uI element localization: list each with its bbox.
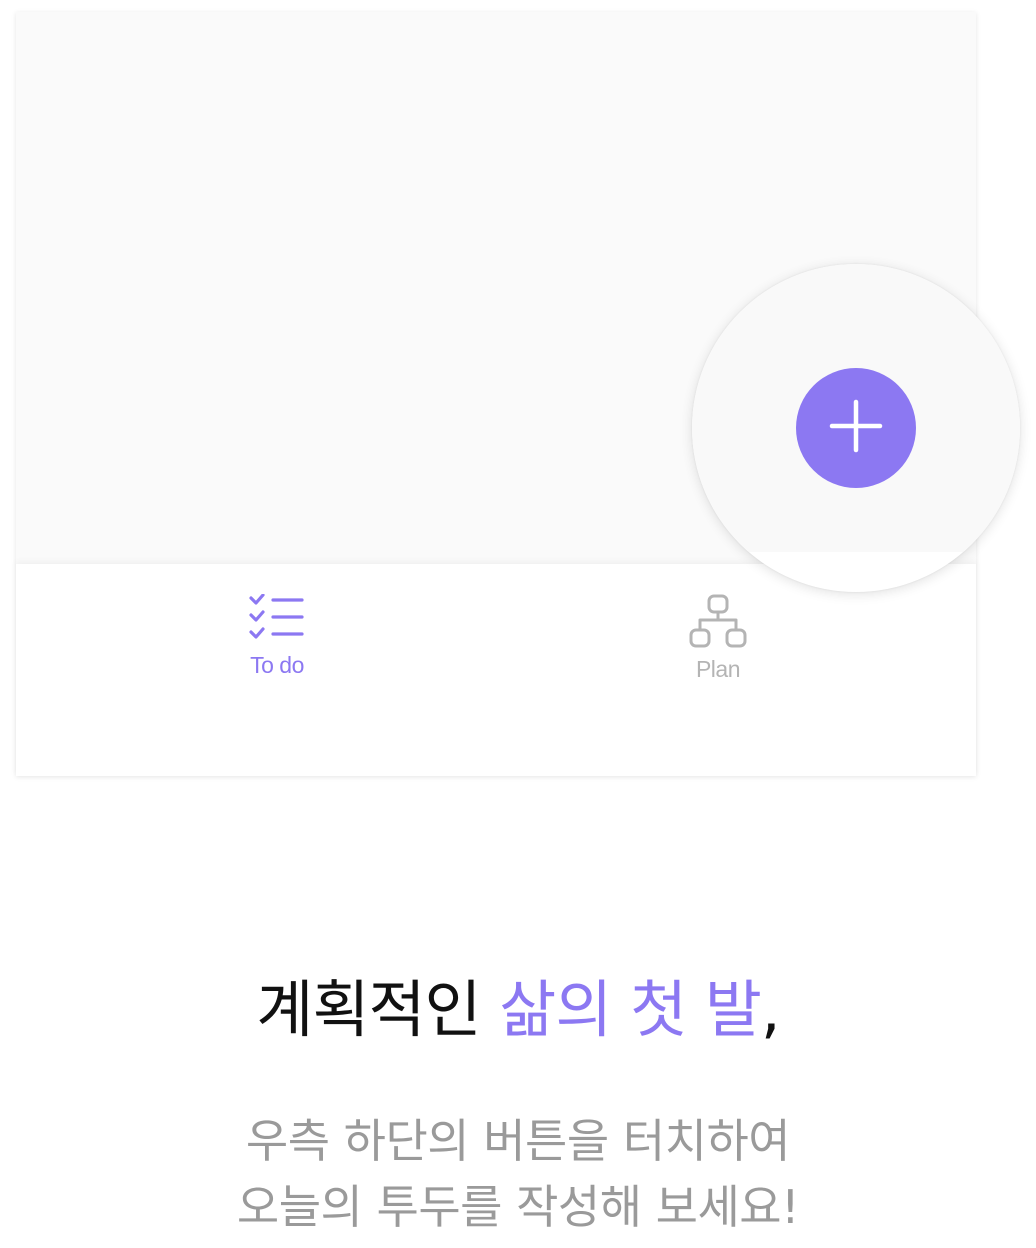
bottom-tab-bar: To do Plan [16,564,976,776]
instruction-line-1: 우측 하단의 버튼을 터치하여 [245,1114,791,1168]
hierarchy-icon [688,594,748,650]
tab-plan-label: Plan [695,656,741,682]
headline-text: 계획적인 [256,973,500,1046]
tab-todo-label: To do [250,652,304,678]
tab-todo[interactable]: To do [217,594,337,694]
headline-comma: , [760,973,781,1046]
headline: 계획적인 삶의 첫 발, [0,960,1036,1060]
instruction-line-2: 오늘의 투두를 작성해 보세요! [236,1180,800,1234]
tab-plan[interactable]: Plan [658,594,778,694]
add-todo-button[interactable] [796,368,916,488]
instruction-text: 우측 하단의 버튼을 터치하여 오늘의 투두를 작성해 보세요! [0,1108,1036,1240]
plus-icon [828,398,884,458]
fab-magnifier [692,264,1020,592]
checklist-icon [247,594,307,646]
headline-accent: 삶의 첫 발 [499,973,762,1046]
